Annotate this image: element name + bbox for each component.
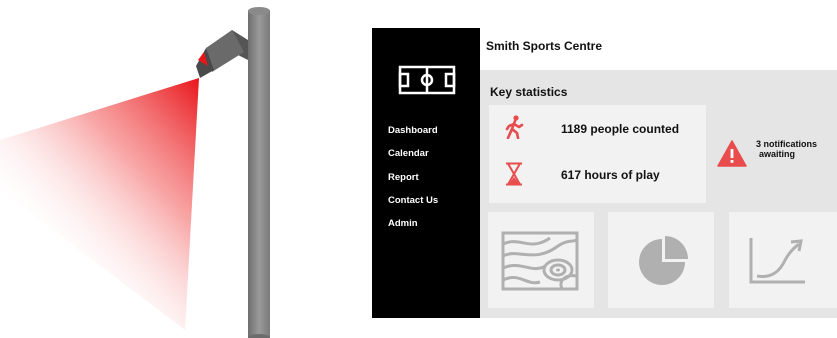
camera-view-cone xyxy=(0,78,199,330)
camera-icon xyxy=(196,30,248,78)
pie-chart-icon xyxy=(639,236,688,285)
football-pitch-logo-icon xyxy=(398,65,456,95)
dashboard-content: Key statistics 1189 people counted 617 h… xyxy=(480,70,837,318)
warning-icon[interactable] xyxy=(717,140,747,167)
sidebar-item-dashboard[interactable]: Dashboard xyxy=(388,125,438,148)
notifications-status: awaiting xyxy=(759,149,796,159)
key-statistics-heading: Key statistics xyxy=(490,85,568,99)
sidebar-item-report[interactable]: Report xyxy=(388,172,438,195)
sidebar: Dashboard Calendar Report Contact Us Adm… xyxy=(372,28,480,318)
sidebar-item-admin[interactable]: Admin xyxy=(388,218,438,241)
main-panel: Smith Sports Centre Key statistics 1189 … xyxy=(480,28,837,318)
line-chart-icon xyxy=(749,238,805,284)
key-statistics-card: 1189 people counted 617 hours of play xyxy=(489,105,706,203)
sidebar-item-contact-us[interactable]: Contact Us xyxy=(388,195,438,218)
line-chart-tile[interactable] xyxy=(729,212,837,308)
field-map-icon xyxy=(501,231,579,291)
camera-pole-illustration xyxy=(0,7,270,338)
pie-chart-tile[interactable] xyxy=(608,212,714,308)
notifications-text[interactable]: 3 notifications awaiting xyxy=(756,139,837,159)
app-window: Dashboard Calendar Report Contact Us Adm… xyxy=(372,28,837,318)
walking-person-icon xyxy=(505,115,524,139)
page-title: Smith Sports Centre xyxy=(486,39,603,53)
sidebar-nav: Dashboard Calendar Report Contact Us Adm… xyxy=(388,125,438,241)
field-map-tile[interactable] xyxy=(488,212,594,308)
people-counted-stat: 1189 people counted xyxy=(561,122,680,136)
sidebar-item-calendar[interactable]: Calendar xyxy=(388,148,438,171)
hours-of-play-stat: 617 hours of play xyxy=(561,168,660,182)
notifications-count: 3 notifications xyxy=(756,139,818,149)
pole xyxy=(248,7,270,338)
hourglass-icon xyxy=(506,162,522,186)
